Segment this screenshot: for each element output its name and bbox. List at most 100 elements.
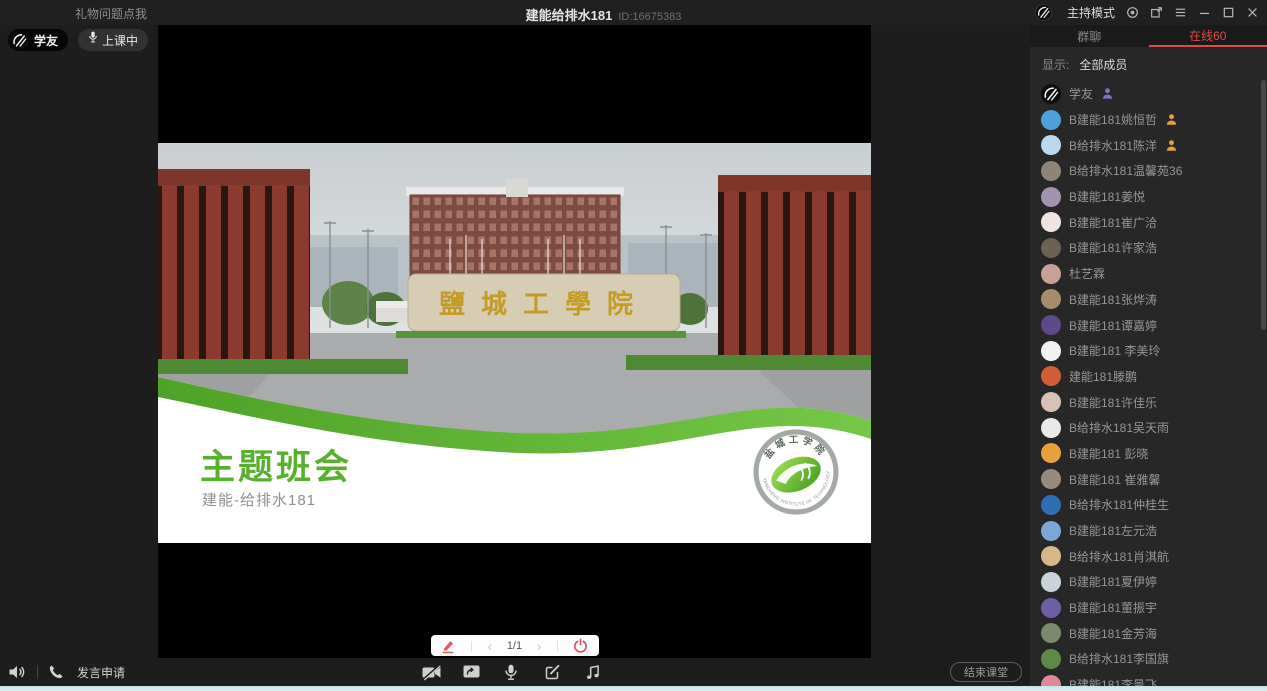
member-avatar (1041, 623, 1061, 643)
member-row[interactable]: B建能181左元浩 (1030, 518, 1267, 544)
member-avatar (1041, 135, 1061, 155)
member-name: 学友 (1069, 85, 1093, 102)
member-row[interactable]: B建能181 崔雅馨 (1030, 466, 1267, 492)
camera-off-icon[interactable] (422, 664, 441, 681)
bottom-left-controls: 发言申请 (8, 658, 125, 686)
pager-separator: | (556, 640, 559, 652)
member-name: B建能181姚恒哲 (1069, 111, 1157, 128)
member-row[interactable]: B建能181董振宇 (1030, 595, 1267, 621)
member-name: B给排水181仲桂生 (1069, 496, 1169, 513)
member-avatar (1041, 495, 1061, 515)
member-name: 杜艺霖 (1069, 265, 1105, 282)
bottom-light-strip (0, 686, 1267, 691)
member-row[interactable]: 杜艺霖 (1030, 261, 1267, 287)
member-row[interactable]: B建能181许家浩 (1030, 235, 1267, 261)
member-name: B给排水181温馨苑36 (1069, 162, 1182, 179)
member-row[interactable]: B建能181 李美玲 (1030, 338, 1267, 364)
screen-share-icon[interactable] (463, 664, 482, 681)
member-avatar (1041, 443, 1061, 463)
app-logo-icon (10, 31, 29, 50)
microphone-icon[interactable] (504, 664, 523, 681)
end-class-button[interactable]: 结束课堂 (950, 662, 1022, 682)
member-row[interactable]: B建能181姚恒哲 (1030, 107, 1267, 133)
member-avatar (1041, 598, 1061, 618)
user-badge-label: 学友 (34, 32, 58, 49)
phone-icon[interactable] (48, 664, 67, 681)
member-avatar (1041, 341, 1061, 361)
member-name: B建能181姜悦 (1069, 188, 1145, 205)
member-row[interactable]: B给排水181肖淇航 (1030, 543, 1267, 569)
member-row[interactable]: B建能181夏伊婷 (1030, 569, 1267, 595)
filter-value-dropdown[interactable]: 全部成员 (1079, 56, 1127, 73)
sidebar-tabs: 群聊 在线60 (1030, 25, 1267, 47)
menu-icon[interactable] (1174, 6, 1187, 19)
user-badge[interactable]: 学友 (8, 29, 68, 51)
member-name: B建能181 彭晓 (1069, 445, 1148, 462)
member-avatar (1041, 392, 1061, 412)
orange-person-icon (1165, 139, 1178, 152)
member-name: B建能181张烨涛 (1069, 291, 1157, 308)
purple-person-icon (1101, 87, 1114, 100)
member-name: B给排水181吴天雨 (1069, 419, 1169, 436)
member-row[interactable]: 学友 (1030, 81, 1267, 107)
speaker-icon[interactable] (8, 664, 27, 681)
media-toolbar (422, 658, 605, 686)
member-name: B给排水181李国旗 (1069, 650, 1169, 667)
member-avatar (1041, 238, 1061, 258)
power-icon[interactable] (573, 638, 589, 654)
slide-title: 主题班会 (200, 439, 352, 490)
record-icon[interactable] (1126, 6, 1139, 19)
member-row[interactable]: 建能181滕鹏 (1030, 364, 1267, 390)
speech-request-label[interactable]: 发言申请 (77, 664, 125, 681)
filter-label: 显示: (1042, 56, 1069, 73)
member-name: B建能181左元浩 (1069, 522, 1157, 539)
minimize-icon[interactable] (1198, 6, 1211, 19)
member-avatar (1041, 366, 1061, 386)
member-name: B建能181许家浩 (1069, 239, 1157, 256)
member-row[interactable]: B建能181谭嘉婷 (1030, 312, 1267, 338)
maximize-icon[interactable] (1222, 6, 1235, 19)
pager-separator: | (470, 640, 473, 652)
member-avatar (1041, 418, 1061, 438)
open-external-icon[interactable] (1150, 6, 1163, 19)
whiteboard-edit-icon[interactable] (545, 664, 564, 681)
close-icon[interactable] (1246, 6, 1259, 19)
member-avatar (1041, 649, 1061, 669)
member-avatar (1041, 110, 1061, 130)
member-avatar (1041, 546, 1061, 566)
member-name: B建能181夏伊婷 (1069, 573, 1157, 590)
member-row[interactable]: B建能181张烨涛 (1030, 287, 1267, 313)
member-avatar (1041, 572, 1061, 592)
member-name: B建能181 崔雅馨 (1069, 471, 1160, 488)
member-row[interactable]: B给排水181仲桂生 (1030, 492, 1267, 518)
campus-photo: 鹽城工學院 (158, 143, 871, 463)
badges-row: 学友 上课中 (8, 29, 148, 51)
prev-page-chevron[interactable]: ‹ (488, 639, 493, 653)
pen-icon[interactable] (440, 638, 456, 654)
class-status-badge: 上课中 (78, 29, 148, 51)
member-filter-row: 显示: 全部成员 (1030, 47, 1267, 79)
tab-online-members[interactable]: 在线60 (1149, 25, 1267, 47)
school-logo: 盐城工学院 YANCHENG INSTITUTE OF TECHNOLOGY (753, 429, 839, 515)
member-row[interactable]: B建能181许佳乐 (1030, 389, 1267, 415)
member-row[interactable]: B给排水181李国旗 (1030, 646, 1267, 672)
member-row[interactable]: B建能181崔广洽 (1030, 209, 1267, 235)
member-row[interactable]: B给排水181吴天雨 (1030, 415, 1267, 441)
next-page-chevron[interactable]: › (537, 639, 542, 653)
member-row[interactable]: B给排水181陈洋 (1030, 132, 1267, 158)
member-avatar (1041, 315, 1061, 335)
bottom-toolbar: 发言申请 结束课堂 (0, 658, 1030, 686)
tab-group-chat[interactable]: 群聊 (1030, 25, 1149, 47)
member-row[interactable]: B建能181金芳海 (1030, 620, 1267, 646)
scrollbar-thumb[interactable] (1261, 80, 1266, 330)
member-row[interactable]: B建能181 彭晓 (1030, 441, 1267, 467)
room-title: 建能给排水181 (526, 8, 613, 23)
class-status-label: 上课中 (102, 32, 138, 49)
member-name: B给排水181肖淇航 (1069, 548, 1169, 565)
member-row[interactable]: B给排水181温馨苑36 (1030, 158, 1267, 184)
music-icon[interactable] (586, 664, 605, 681)
gate-stone: 鹽城工學院 (408, 274, 680, 331)
presentation-stage: 鹽城工學院 主题班会 建能-给排水181 (158, 25, 871, 660)
slide-subtitle: 建能-给排水181 (202, 489, 316, 510)
member-row[interactable]: B建能181姜悦 (1030, 184, 1267, 210)
